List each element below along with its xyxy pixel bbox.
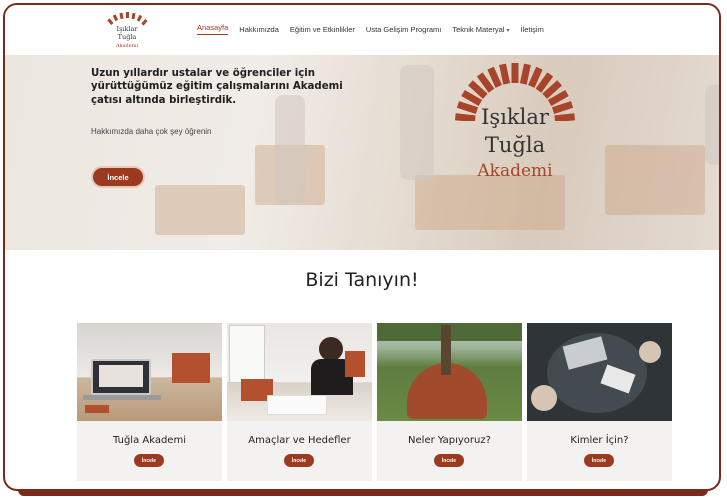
arch-brick <box>499 63 511 85</box>
hero-logo-line1: Işıklar <box>481 105 549 129</box>
nav-item-iletisim[interactable]: İletişim <box>520 25 543 34</box>
hero-banner: Uzun yıllardır ustalar ve öğrenciler içi… <box>5 55 719 250</box>
nav-item-hakkimizda[interactable]: Hakkımızda <box>239 25 279 34</box>
background-person <box>400 65 434 180</box>
background-workbench <box>605 145 705 215</box>
card-title: Amaçlar ve Hedefler <box>248 435 351 446</box>
hand-shape <box>531 385 557 411</box>
hero-logo-line3: Akademi <box>477 161 553 181</box>
section-title: Bizi Tanıyın! <box>305 269 419 291</box>
hero-logo-line2: Tuğla <box>484 133 546 157</box>
card-image-laptop <box>77 323 222 421</box>
card-grid: Tuğla Akademi İncele Amaçlar ve Hedefler… <box>77 323 672 481</box>
card-tugla-akademi: Tuğla Akademi İncele <box>77 323 222 481</box>
laptop-screen <box>99 365 143 387</box>
card-kimler-icin: Kimler İçin? İncele <box>527 323 672 481</box>
hero-incele-button[interactable]: İncele <box>91 166 145 188</box>
brick <box>85 405 109 413</box>
hero-logo: Işıklar Tuğla Akademi <box>435 61 595 201</box>
background-person <box>275 95 305 205</box>
hero-title: Uzun yıllardır ustalar ve öğrenciler içi… <box>91 68 343 106</box>
nav-links: Anasayfa Hakkımızda Eğitim ve Etkinlikle… <box>197 23 544 35</box>
logo-line2: Tuğla <box>118 33 137 41</box>
card-image-brick-planter <box>377 323 522 421</box>
card-incele-button[interactable]: İncele <box>284 454 314 467</box>
card-amaclar-hedefler: Amaçlar ve Hedefler İncele <box>227 323 372 481</box>
brick-stack <box>172 353 210 383</box>
card-title: Neler Yapıyoruz? <box>408 435 491 446</box>
nav-item-teknik-materyal-label: Teknik Materyal <box>452 24 505 34</box>
nav-item-usta-gelisim[interactable]: Usta Gelişim Programı <box>366 25 441 34</box>
tree-trunk <box>441 325 451 375</box>
card-image-team-table <box>527 323 672 421</box>
card-title: Tuğla Akademi <box>113 435 186 446</box>
laptop-base <box>83 395 161 400</box>
card-incele-button[interactable]: İncele <box>584 454 614 467</box>
background-person <box>705 85 719 165</box>
nav-item-teknik-materyal[interactable]: Teknik Materyal ▾ <box>452 25 509 34</box>
logo-line3: Akademi <box>115 43 139 49</box>
top-navigation: Işıklar Tuğla Akademi Anasayfa Hakkımızd… <box>5 5 719 55</box>
logo-line1: Işıklar <box>117 25 139 33</box>
frame-bottom-edge <box>18 490 708 496</box>
browser-frame: Işıklar Tuğla Akademi Anasayfa Hakkımızd… <box>3 3 721 491</box>
hand-shape <box>639 341 661 363</box>
logo[interactable]: Işıklar Tuğla Akademi <box>101 9 153 53</box>
brick-stack <box>345 351 365 377</box>
arch-brick <box>519 63 531 85</box>
chevron-down-icon: ▾ <box>506 27 510 34</box>
flipchart <box>229 325 265 383</box>
card-neler-yapiyoruz: Neler Yapıyoruz? İncele <box>377 323 522 481</box>
card-incele-button[interactable]: İncele <box>134 454 164 467</box>
card-title: Kimler İçin? <box>570 435 629 446</box>
card-incele-button[interactable]: İncele <box>434 454 464 467</box>
person-head <box>319 337 343 361</box>
hero-subtitle[interactable]: Hakkımızda daha çok şey öğrenin <box>91 127 212 136</box>
card-image-woman-drawing <box>227 323 372 421</box>
arch-brick <box>511 63 519 83</box>
paper-sheet <box>267 395 327 415</box>
nav-item-anasayfa[interactable]: Anasayfa <box>197 23 229 35</box>
background-workbench <box>155 185 245 235</box>
nav-item-egitim[interactable]: Eğitim ve Etkinlikler <box>290 25 355 34</box>
